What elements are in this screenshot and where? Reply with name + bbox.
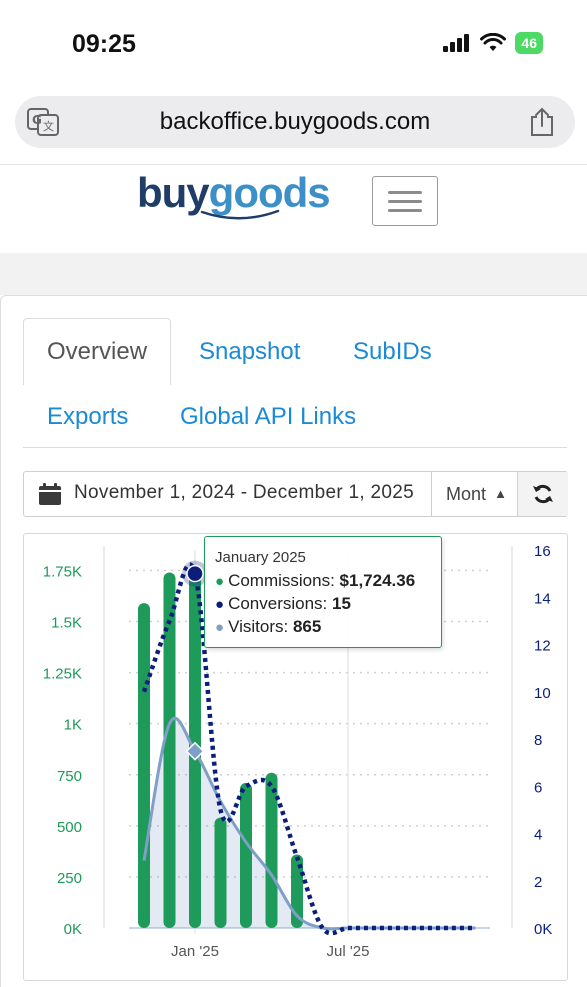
period-select[interactable]: Mont ▲ <box>431 472 517 516</box>
status-icons: 46 <box>443 32 543 54</box>
tooltip-visitors: ● Visitors: 865 <box>215 617 321 637</box>
tooltip-conversions-label: Conversions: <box>228 594 328 613</box>
tooltip-conversions-value: 15 <box>332 594 351 613</box>
y-left-tick-label: 750 <box>57 768 82 785</box>
visitors-dot-icon: ● <box>215 619 225 636</box>
commissions-dot-icon: ● <box>215 573 225 590</box>
status-bar: 09:25 46 <box>0 0 587 88</box>
logo-text-buy: buy <box>137 169 210 216</box>
cellular-signal-icon <box>443 34 470 52</box>
tooltip-visitors-value: 865 <box>292 617 322 636</box>
menu-toggle-button[interactable] <box>372 176 438 226</box>
commissions-bar <box>240 782 252 928</box>
commissions-bar <box>163 572 176 928</box>
y-left-tick-label: 0K <box>64 921 82 938</box>
tab-divider <box>23 447 567 448</box>
site-header: buygoods <box>0 164 587 253</box>
logo-smile-icon <box>200 209 280 220</box>
refresh-icon <box>533 484 553 504</box>
tab-global-api-links[interactable]: Global API Links <box>180 403 356 431</box>
battery-icon: 46 <box>515 32 543 54</box>
y-left-tick-label: 1.75K <box>43 563 82 580</box>
wifi-icon <box>480 33 507 51</box>
y-right-tick-label: 4 <box>534 827 542 844</box>
y-right-tick-label: 14 <box>534 590 551 607</box>
hamburger-line <box>388 200 422 203</box>
y-left-tick-label: 250 <box>57 870 82 887</box>
tooltip-commissions: ● Commissions: $1,724.36 <box>215 571 415 591</box>
y-left-tick-label: 500 <box>57 819 82 836</box>
url-bar[interactable]: G 文 backoffice.buygoods.com <box>15 96 575 148</box>
date-range-input[interactable]: November 1, 2024 - December 1, 2025 <box>74 482 414 504</box>
tab-snapshot[interactable]: Snapshot <box>199 338 300 366</box>
y-right-tick-label: 6 <box>534 779 542 796</box>
commissions-bar <box>138 603 150 928</box>
sort-arrows-icon: ▲ <box>494 486 507 501</box>
period-select-value: Mont <box>446 484 487 504</box>
y-left-tick-label: 1.5K <box>51 615 82 632</box>
y-right-tick-label: 0K <box>534 921 552 938</box>
x-tick-label: Jan '25 <box>171 943 219 960</box>
y-right-tick-label: 16 <box>534 543 551 560</box>
url-text[interactable]: backoffice.buygoods.com <box>15 108 575 136</box>
tab-exports[interactable]: Exports <box>47 403 128 431</box>
y-right-tick-label: 8 <box>534 732 542 749</box>
conversions-highlight-point <box>186 564 204 583</box>
calendar-icon[interactable] <box>38 482 62 506</box>
y-right-tick-label: 12 <box>534 638 551 655</box>
share-icon[interactable] <box>529 107 555 137</box>
y-left-tick-label: 1K <box>64 717 82 734</box>
page-background <box>0 253 587 295</box>
hamburger-line <box>388 209 422 212</box>
commissions-bar <box>265 772 278 928</box>
x-tick-label: Jul '25 <box>327 943 370 960</box>
tooltip-title: January 2025 <box>215 549 306 566</box>
tooltip-commissions-label: Commissions: <box>228 571 335 590</box>
date-range-filter: November 1, 2024 - December 1, 2025 Mont… <box>23 471 568 517</box>
status-time: 09:25 <box>72 30 136 58</box>
refresh-button[interactable] <box>517 472 568 516</box>
y-right-tick-label: 10 <box>534 685 551 702</box>
tooltip-visitors-label: Visitors: <box>228 617 289 636</box>
chart-tooltip: January 2025 ● Commissions: $1,724.36 ● Co… <box>204 536 442 648</box>
tab-bar: Overview Snapshot SubIDs Exports Global … <box>23 318 567 448</box>
commissions-bar <box>214 817 227 928</box>
hamburger-line <box>388 191 422 194</box>
y-left-tick-label: 1.25K <box>43 666 82 683</box>
tab-overview[interactable]: Overview <box>23 318 172 385</box>
tooltip-conversions: ● Conversions: 15 <box>215 594 351 614</box>
conversions-dot-icon: ● <box>215 596 225 613</box>
y-right-tick-label: 2 <box>534 874 542 891</box>
tab-subids[interactable]: SubIDs <box>353 338 432 366</box>
tooltip-commissions-value: $1,724.36 <box>339 571 416 590</box>
